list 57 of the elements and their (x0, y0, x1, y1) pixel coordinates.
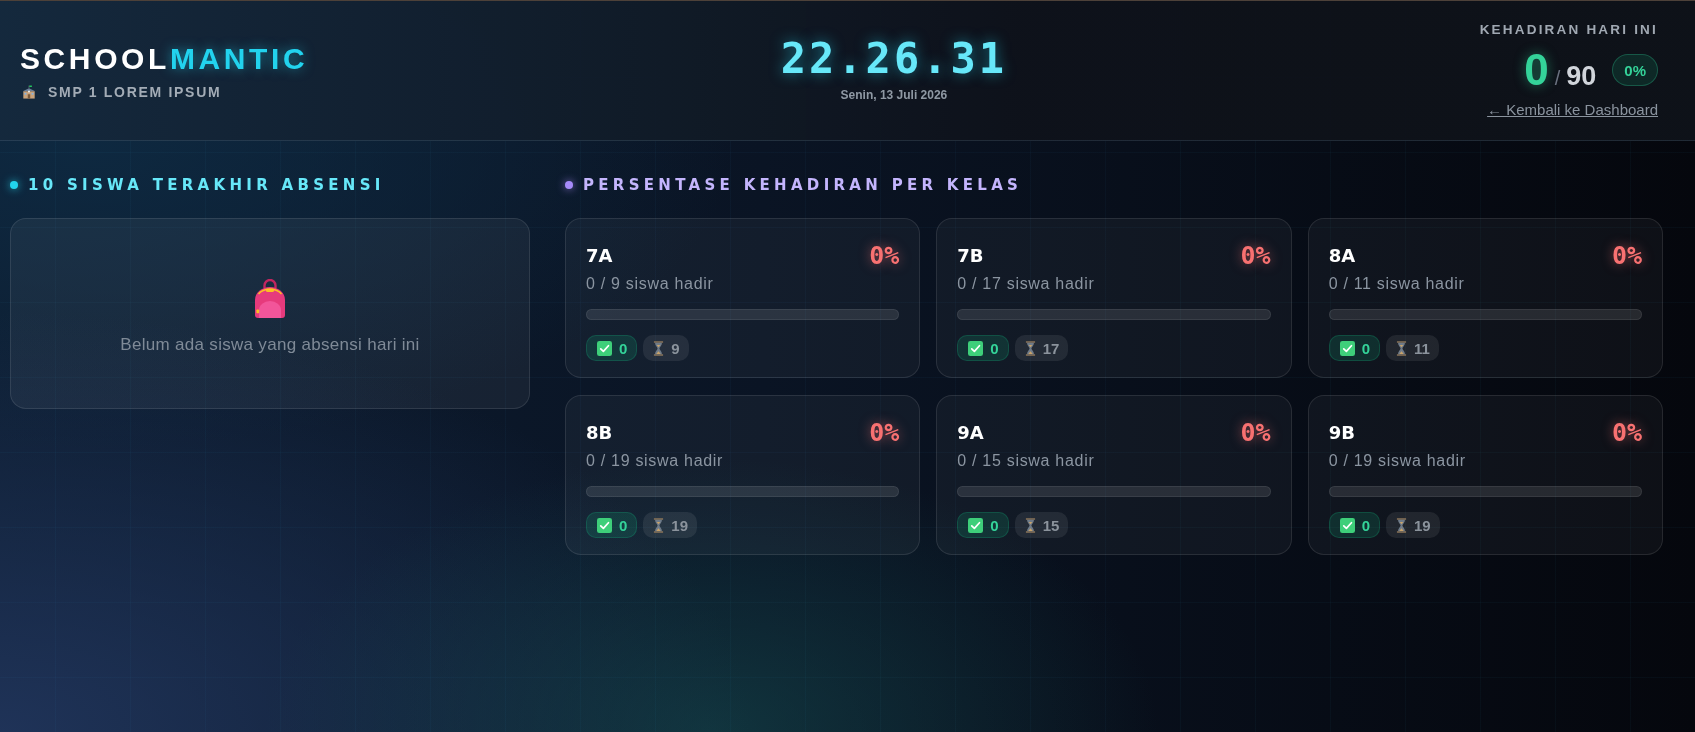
attendance-summary: 0 / 19 siswa hadir (586, 451, 725, 471)
pending-count: 19 (1414, 516, 1431, 534)
pending-count: 15 (1042, 516, 1060, 534)
class-name: 8B (586, 421, 613, 443)
back-to-dashboard-link[interactable]: ← Kembali ke Dashboard (1487, 101, 1658, 118)
hourglass-icon (1024, 517, 1036, 533)
checkbox-tick-icon (1339, 340, 1355, 356)
brand-logo: SCHOOLMANTIC (20, 42, 309, 76)
attendance-summary: 0 / 15 siswa hadir (957, 451, 1096, 471)
empty-state-message: Belum ada siswa yang absensi hari ini (120, 334, 420, 355)
checkbox-tick-icon (597, 517, 612, 533)
present-count: 0 (619, 516, 628, 534)
present-count: 0 (1361, 339, 1370, 357)
class-name: 9A (957, 421, 984, 443)
attendance-summary: 0 / 11 siswa hadir (1328, 274, 1466, 294)
attendance-percent: 0% (1611, 240, 1642, 270)
attendance-count: 0/ 90 (1524, 48, 1597, 92)
pending-count: 17 (1042, 339, 1060, 357)
attendance-percent: 0% (1240, 417, 1271, 447)
present-count: 0 (990, 339, 999, 357)
attendance-percent: 0% (869, 240, 900, 270)
attendance-summary: 0 / 9 siswa hadir (586, 274, 715, 294)
present-count: 0 (619, 339, 628, 357)
class-name: 9B (1328, 421, 1355, 443)
attendance-percent: 0% (1240, 240, 1271, 270)
hourglass-icon (653, 517, 665, 533)
attendance-percent: 0% (869, 417, 900, 447)
present-count: 0 (1361, 516, 1370, 534)
school-building-icon (22, 85, 36, 99)
attendance-percent-badge: 0% (1612, 54, 1658, 86)
checkbox-tick-icon (968, 517, 984, 533)
title-dot-icon (565, 181, 573, 189)
pending-count: 9 (671, 339, 680, 357)
hourglass-icon (1396, 517, 1407, 533)
date-text: Senin, 13 Juli 2026 (840, 88, 948, 103)
attendance-label: KEHADIRAN HARI INI (1479, 22, 1658, 37)
attendance-summary: 0 / 19 siswa hadir (1328, 451, 1467, 471)
pending-count: 11 (1414, 339, 1430, 357)
title-dot-icon (10, 181, 18, 189)
attendance-percent: 0% (1611, 417, 1642, 447)
backpack-icon (252, 278, 288, 319)
section-title: PERSENTASE KEHADIRAN PER KELAS (583, 176, 1023, 194)
present-count: 0 (990, 516, 999, 534)
hourglass-icon (1396, 340, 1407, 356)
checkbox-tick-icon (968, 340, 984, 356)
checkbox-tick-icon (597, 340, 612, 356)
pending-count: 19 (671, 516, 689, 534)
class-name: 7A (586, 244, 613, 266)
class-name: 7B (957, 244, 984, 266)
section-title: 10 SISWA TERAKHIR ABSENSI (28, 176, 385, 194)
checkbox-tick-icon (1339, 517, 1355, 533)
class-name: 8A (1328, 244, 1356, 266)
hourglass-icon (653, 340, 665, 356)
school-name: SMP 1 LOREM IPSUM (48, 84, 222, 100)
attendance-summary: 0 / 17 siswa hadir (957, 274, 1096, 294)
hourglass-icon (1024, 340, 1036, 356)
clock-time: 22.26.31 (780, 36, 1008, 82)
